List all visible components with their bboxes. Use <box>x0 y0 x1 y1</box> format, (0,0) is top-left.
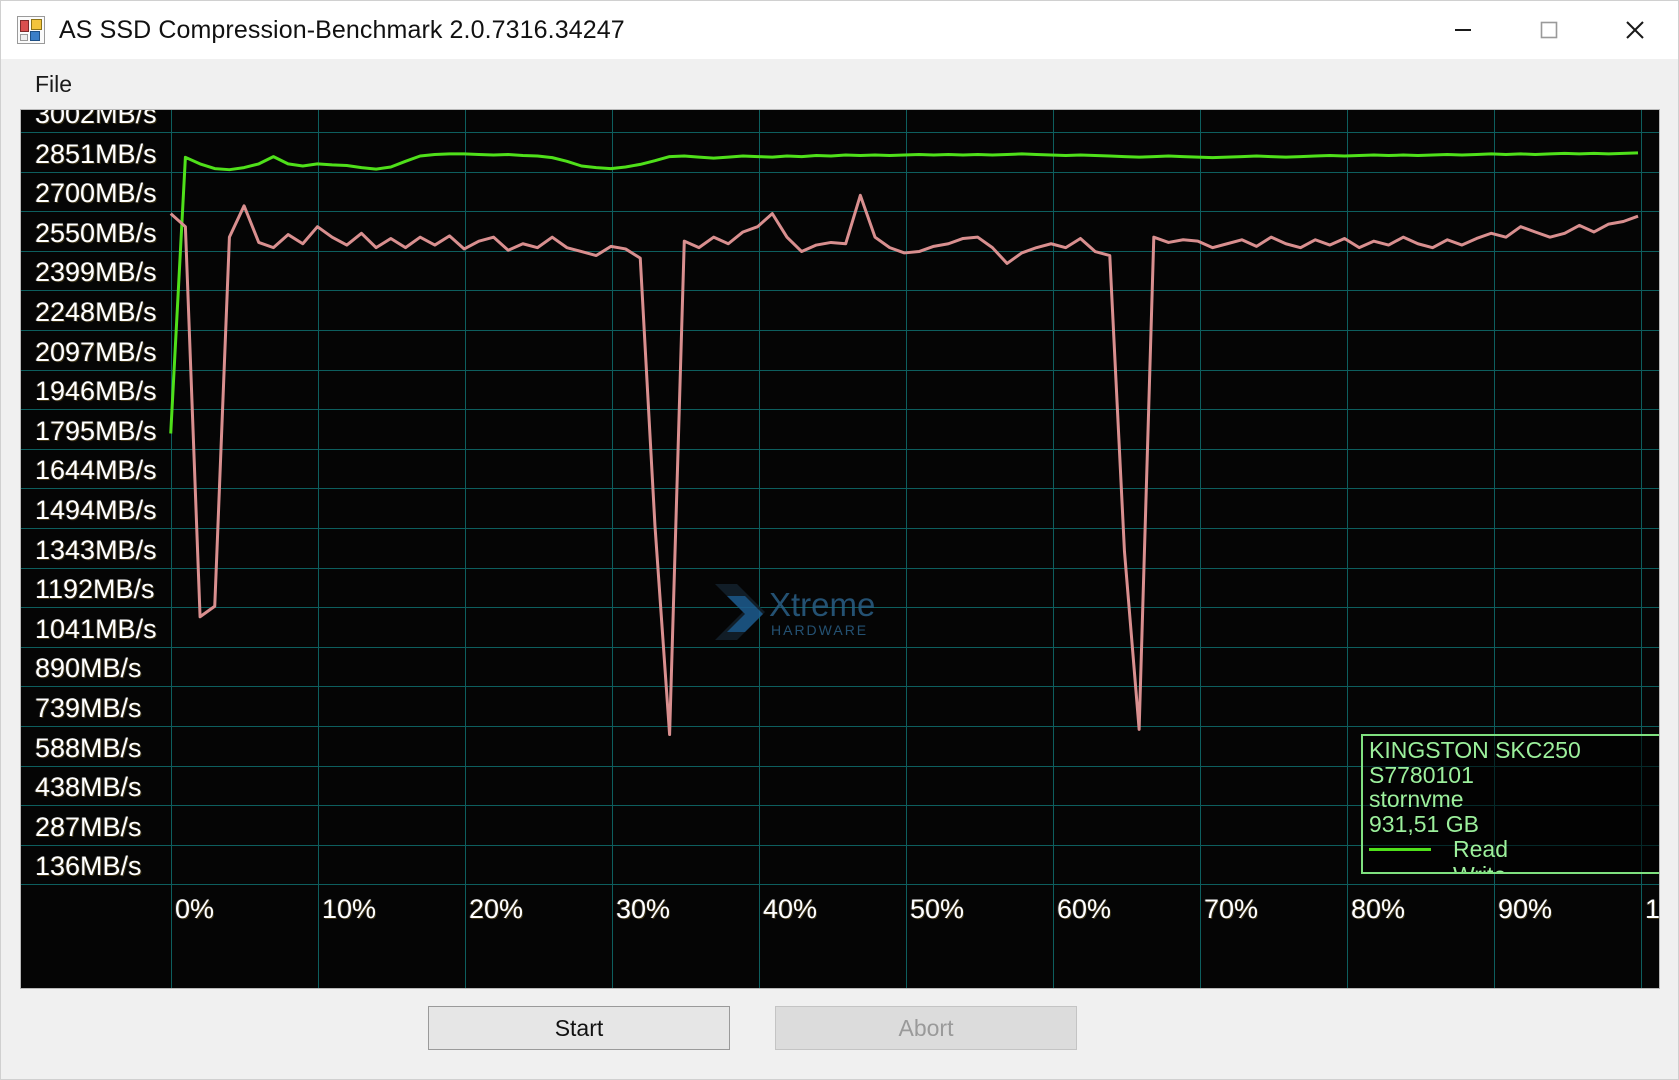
series-line-read <box>171 153 1638 434</box>
maximize-icon[interactable] <box>1506 1 1592 59</box>
legend-swatch-read <box>1369 847 1431 851</box>
legend-capacity: 931,51 GB <box>1369 810 1479 837</box>
legend-entry-write: Write <box>1369 862 1659 872</box>
title-bar: AS SSD Compression-Benchmark 2.0.7316.34… <box>1 1 1678 59</box>
footer-bar: Start Abort <box>1 989 1678 1067</box>
app-window: AS SSD Compression-Benchmark 2.0.7316.34… <box>0 0 1679 1080</box>
window-title: AS SSD Compression-Benchmark 2.0.7316.34… <box>59 15 625 44</box>
legend-driver: stornvme <box>1369 786 1464 813</box>
app-tiles-icon <box>17 16 45 44</box>
status-bar <box>1 1067 1678 1079</box>
abort-button: Abort <box>775 1006 1077 1050</box>
menu-bar: File <box>1 59 1678 109</box>
legend-entry-read: Read <box>1369 836 1659 862</box>
legend-label-write: Write <box>1453 862 1506 872</box>
menu-item-file[interactable]: File <box>23 67 84 102</box>
window-controls <box>1420 1 1678 59</box>
legend-serial: S7780101 <box>1369 761 1474 788</box>
legend-device: KINGSTON SKC250 <box>1369 736 1581 763</box>
close-icon[interactable] <box>1592 1 1678 59</box>
minimize-icon[interactable] <box>1420 1 1506 59</box>
series-line-write <box>171 195 1638 734</box>
benchmark-chart: 3002MB/s 2851MB/s 2700MB/s 2550MB/s 2399MB/s… <box>20 109 1660 989</box>
device-legend: KINGSTON SKC250 S7780101 stornvme 931,51… <box>1361 733 1659 874</box>
legend-label-read: Read <box>1453 835 1508 862</box>
start-button[interactable]: Start <box>428 1006 730 1050</box>
